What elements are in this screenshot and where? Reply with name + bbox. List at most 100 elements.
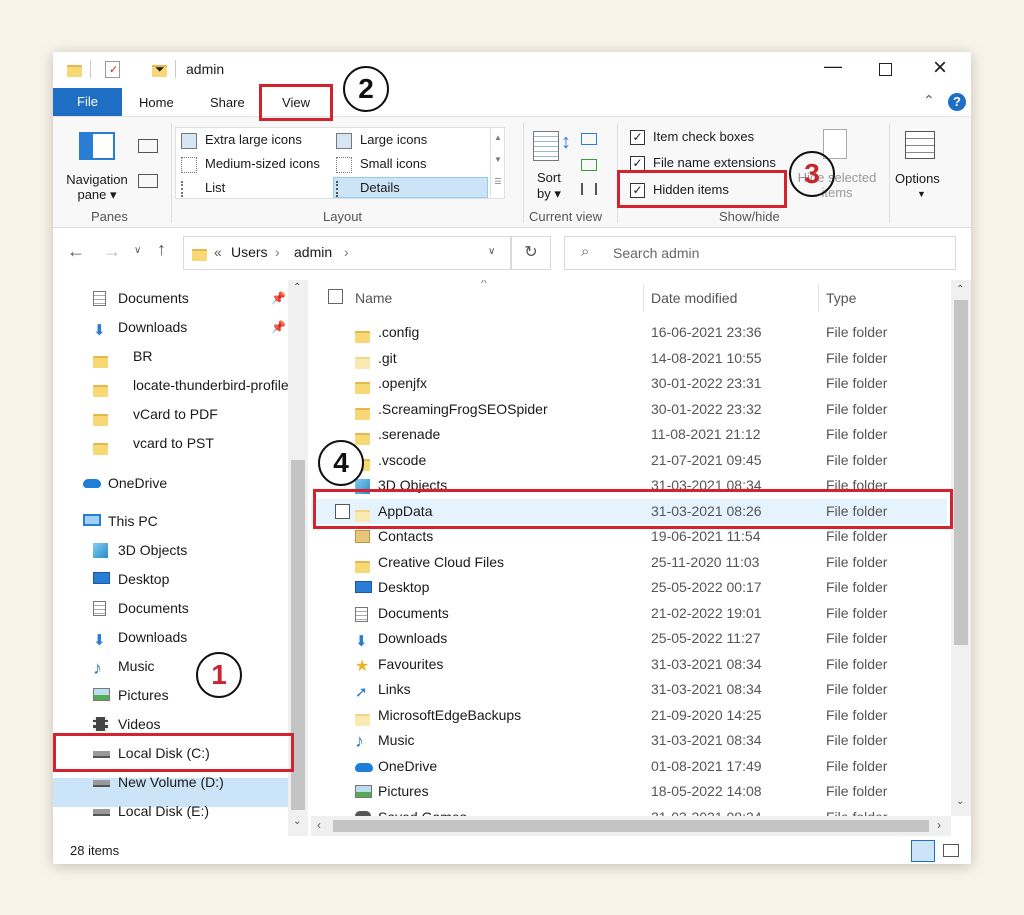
add-columns-icon[interactable] xyxy=(581,159,597,171)
details-pane-icon[interactable] xyxy=(138,174,158,188)
file-row[interactable]: ➚ Links 31-03-2021 08:34 File folder xyxy=(311,677,947,702)
pin-icon[interactable]: 📌 xyxy=(271,313,286,341)
file-row[interactable]: MicrosoftEdgeBackups 21-09-2020 14:25 File… xyxy=(311,703,947,728)
size-columns-icon[interactable] xyxy=(581,183,597,195)
file-row[interactable]: .vscode 21-07-2021 09:45 File folder xyxy=(311,448,947,473)
group-by-icon[interactable] xyxy=(581,133,597,145)
nav-item[interactable]: vcard to PST xyxy=(93,429,214,457)
nav-item[interactable]: locate-thunderbird-profile xyxy=(93,371,289,399)
minimize-button[interactable]: — xyxy=(824,56,842,77)
properties-icon[interactable]: ✓ xyxy=(105,61,120,78)
layout-details-selected[interactable] xyxy=(333,177,488,198)
file-row[interactable]: Desktop 25-05-2022 00:17 File folder xyxy=(311,575,947,600)
list-horizontal-scrollbar[interactable]: ‹ › xyxy=(311,816,951,836)
search-input[interactable]: Search admin xyxy=(613,245,699,261)
file-row[interactable]: Documents 21-02-2022 19:01 File folder xyxy=(311,601,947,626)
file-row[interactable]: ⬇ Downloads 25-05-2022 11:27 File folder xyxy=(311,626,947,651)
file-row[interactable]: 3D Objects 31-03-2021 08:34 File folder xyxy=(311,473,947,498)
nav-item[interactable]: Pictures xyxy=(93,681,169,709)
nav-item[interactable]: Local Disk (E:) xyxy=(93,797,209,825)
nav-item[interactable]: Documents xyxy=(93,594,189,622)
file-row[interactable]: AppData 31-03-2021 08:26 File folder xyxy=(311,498,947,524)
collapse-ribbon-icon[interactable]: ⌃ xyxy=(923,92,935,109)
navigation-pane-icon[interactable] xyxy=(79,132,115,160)
customize-qat-icon[interactable]: ⏷ xyxy=(155,62,165,77)
sort-by-button[interactable]: by ▾ xyxy=(537,186,561,202)
layout-small-icons[interactable]: Small icons xyxy=(360,156,426,171)
nav-item[interactable]: ⬇ Downloads xyxy=(93,623,187,651)
search-box[interactable]: ⌕ Search admin xyxy=(564,236,956,270)
layout-details[interactable]: Details xyxy=(360,180,400,195)
column-header-date-modified[interactable]: Date modified xyxy=(651,280,737,316)
tab-home[interactable]: Home xyxy=(139,92,174,114)
close-button[interactable]: × xyxy=(933,54,947,82)
breadcrumb-users[interactable]: Users xyxy=(231,244,268,260)
file-row[interactable]: OneDrive 01-08-2021 17:49 File folder xyxy=(311,754,947,779)
up-arrow-icon[interactable]: ↑ xyxy=(157,239,166,260)
recent-locations-icon[interactable]: ∨ xyxy=(134,245,141,256)
layout-list[interactable]: List xyxy=(205,180,225,195)
nav-item[interactable]: Videos xyxy=(93,710,161,738)
column-header-name[interactable]: Name xyxy=(355,280,392,316)
refresh-button[interactable]: ↻ xyxy=(511,236,551,270)
nav-item[interactable]: Local Disk (C:) xyxy=(93,739,210,767)
address-bar[interactable]: « Users › admin › ∨ xyxy=(183,236,511,270)
file-row[interactable]: ★ Favourites 31-03-2021 08:34 File folder xyxy=(311,652,947,677)
layout-medium-icons[interactable]: Medium-sized icons xyxy=(205,156,320,171)
nav-item[interactable]: Documents 📌 xyxy=(93,284,286,312)
nav-item[interactable]: OneDrive xyxy=(83,469,167,497)
row-checkbox[interactable] xyxy=(335,503,350,519)
layout-gallery-scroll[interactable]: ▲ ▼ ☰ xyxy=(490,127,505,199)
breadcrumb-admin[interactable]: admin xyxy=(294,244,332,260)
column-header-type[interactable]: Type xyxy=(826,280,856,316)
select-all-checkbox[interactable] xyxy=(328,289,343,304)
file-row[interactable]: .git 14-08-2021 10:55 File folder xyxy=(311,346,947,371)
hidden-items-label[interactable]: Hidden items xyxy=(653,182,729,197)
tab-file[interactable]: File xyxy=(53,88,122,116)
forward-arrow-icon[interactable]: → xyxy=(103,241,121,262)
file-type: File folder xyxy=(826,528,888,544)
file-name-extensions-checkbox[interactable]: ✓ xyxy=(630,156,645,171)
file-name-extensions-label[interactable]: File name extensions xyxy=(653,155,776,170)
nav-item[interactable]: 3D Objects xyxy=(93,536,187,564)
hidden-items-checkbox[interactable]: ✓ xyxy=(630,183,645,198)
nav-item[interactable]: New Volume (D:) xyxy=(93,768,224,796)
item-check-boxes-checkbox[interactable]: ✓ xyxy=(630,130,645,145)
nav-item[interactable]: vCard to PDF xyxy=(93,400,218,428)
options-button[interactable]: Options xyxy=(895,171,940,186)
file-row[interactable]: Creative Cloud Files 25-11-2020 11:03 File… xyxy=(311,550,947,575)
nav-scrollbar[interactable]: ⌃ ⌄ xyxy=(288,280,308,836)
file-row[interactable]: Pictures 18-05-2022 14:08 File folder xyxy=(311,779,947,804)
navigation-pane-button[interactable]: Navigation pane ▾ xyxy=(63,172,131,202)
file-row[interactable]: .ScreamingFrogSEOSpider 30-01-2022 23:32 F… xyxy=(311,397,947,422)
pin-icon[interactable]: 📌 xyxy=(271,284,286,312)
options-dropdown-icon[interactable]: ▼ xyxy=(917,189,926,199)
address-overflow[interactable]: « xyxy=(214,244,222,260)
help-icon[interactable]: ? xyxy=(948,93,966,111)
nav-item[interactable]: ⬇ Downloads 📌 xyxy=(93,313,286,341)
file-row[interactable]: .openjfx 30-01-2022 23:31 File folder xyxy=(311,371,947,396)
large-icons-view-icon[interactable] xyxy=(943,844,959,857)
nav-item[interactable]: Desktop xyxy=(93,565,169,593)
maximize-button[interactable] xyxy=(879,63,892,76)
nav-item[interactable]: ♪ Music xyxy=(93,652,155,680)
layout-large-icons[interactable]: Large icons xyxy=(360,132,427,147)
column-divider[interactable] xyxy=(818,284,819,312)
item-check-boxes-label[interactable]: Item check boxes xyxy=(653,129,754,144)
preview-pane-icon[interactable] xyxy=(138,139,158,153)
list-vertical-scrollbar[interactable]: ⌃ ⌄ xyxy=(951,280,971,816)
address-dropdown-icon[interactable]: ∨ xyxy=(488,246,495,257)
sort-label[interactable]: Sort xyxy=(537,170,561,185)
nav-item[interactable]: This PC xyxy=(83,507,158,535)
file-row[interactable]: .config 16-06-2021 23:36 File folder xyxy=(311,320,947,345)
layout-extra-large-icons[interactable]: Extra large icons xyxy=(205,132,302,147)
nav-item[interactable]: BR xyxy=(93,342,152,370)
details-view-icon[interactable] xyxy=(911,840,935,862)
column-divider[interactable] xyxy=(643,284,644,312)
tab-view[interactable]: View xyxy=(263,92,329,114)
back-arrow-icon[interactable]: ← xyxy=(67,241,85,262)
file-row[interactable]: Contacts 19-06-2021 11:54 File folder xyxy=(311,524,947,549)
file-row[interactable]: .serenade 11-08-2021 21:12 File folder xyxy=(311,422,947,447)
tab-share[interactable]: Share xyxy=(210,92,245,114)
file-row[interactable]: ♪ Music 31-03-2021 08:34 File folder xyxy=(311,728,947,753)
